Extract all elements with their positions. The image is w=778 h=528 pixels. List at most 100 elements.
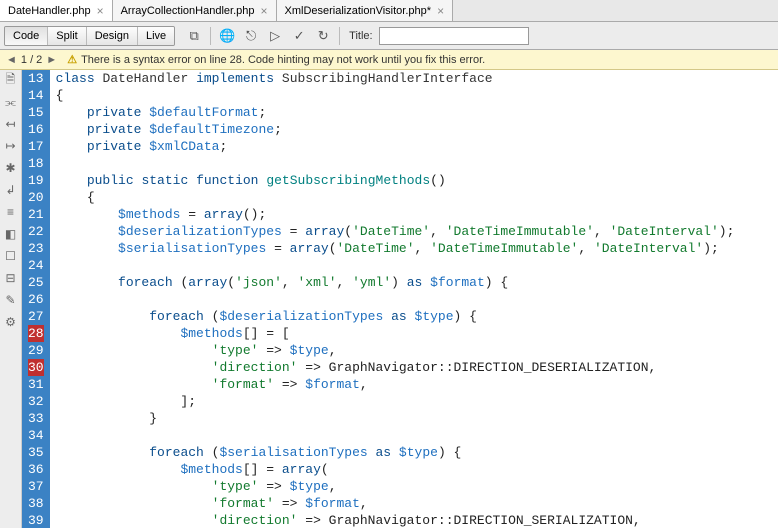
title-input[interactable] [379,27,529,45]
line-number: 28 [28,325,44,342]
code-line[interactable]: 'direction' => GraphNavigator::DIRECTION… [56,359,778,376]
warning-icon: ⚠ [67,53,77,66]
separator [339,27,340,45]
mark-icon[interactable]: ◧ [3,226,19,242]
code-line[interactable]: 'type' => $type, [56,478,778,495]
tab-label: XmlDeserializationVisitor.php* [285,5,432,17]
code-line[interactable]: { [56,189,778,206]
bookmark-icon[interactable]: ☐ [3,248,19,264]
play-icon[interactable]: ▷ [264,26,286,46]
line-gutter: 1314151617181920212223242526272829303132… [22,70,50,528]
code-line[interactable]: $methods[] = [ [56,325,778,342]
close-icon[interactable]: × [97,4,104,18]
close-icon[interactable]: × [437,4,444,18]
code-line[interactable]: 'direction' => GraphNavigator::DIRECTION… [56,512,778,528]
code-line[interactable]: { [56,87,778,104]
tab-datehandler[interactable]: DateHandler.php × [0,0,113,21]
split-view-button[interactable]: Split [48,27,86,45]
error-next-icon[interactable]: ► [44,54,59,66]
collapse-icon[interactable]: ⊟ [3,270,19,286]
tab-xmldeserializationvisitor[interactable]: XmlDeserializationVisitor.php* × [277,0,454,21]
code-line[interactable]: private $xmlCData; [56,138,778,155]
code-line[interactable] [56,155,778,172]
view-mode-group: Code Split Design Live [4,26,175,46]
code-line[interactable]: $methods[] = array( [56,461,778,478]
tab-label: DateHandler.php [8,5,91,17]
separator [210,27,211,45]
code-line[interactable]: private $defaultFormat; [56,104,778,121]
wrap-icon[interactable]: ↲ [3,182,19,198]
code-line[interactable]: } [56,410,778,427]
link-icon[interactable]: ⫘ [3,94,19,110]
code-line[interactable]: 'format' => $format, [56,495,778,512]
code-line[interactable]: private $defaultTimezone; [56,121,778,138]
check-icon[interactable]: ✓ [288,26,310,46]
design-view-button[interactable]: Design [87,27,138,45]
line-number: 34 [28,427,44,444]
code-line[interactable]: class DateHandler implements Subscribing… [56,70,778,87]
line-number: 27 [28,308,44,325]
side-toolbar: 🗎 ⫘ ↤ ↦ ✱ ↲ ≡ ◧ ☐ ⊟ ✎ ⚙ [0,70,22,528]
tab-bar: DateHandler.php×ArrayCollectionHandler.p… [0,0,778,22]
format-icon[interactable]: ⚙ [3,314,19,330]
tab-arraycollectionhandler[interactable]: ArrayCollectionHandler.php× [113,0,277,21]
line-number: 38 [28,495,44,512]
line-number: 18 [28,155,44,172]
line-number: 37 [28,478,44,495]
line-number: 14 [28,87,44,104]
code-line[interactable] [56,427,778,444]
code-line[interactable]: $serialisationTypes = array('DateTime', … [56,240,778,257]
line-number: 22 [28,223,44,240]
line-number: 20 [28,189,44,206]
indent-icon[interactable]: ↦ [3,138,19,154]
error-nav: ◄ 1 / 2 ► [4,54,59,66]
snippet-icon[interactable]: ✎ [3,292,19,308]
line-number: 13 [28,70,44,87]
line-number: 32 [28,393,44,410]
line-number: 15 [28,104,44,121]
line-number: 24 [28,257,44,274]
error-bar: ◄ 1 / 2 ► ⚠ There is a syntax error on l… [0,50,778,70]
line-number: 30 [28,359,44,376]
code-line[interactable]: $methods = array(); [56,206,778,223]
live-view-button[interactable]: Live [138,27,174,45]
line-number: 36 [28,461,44,478]
code-line[interactable]: 'type' => $type, [56,342,778,359]
code-line[interactable]: foreach ($deserializationTypes as $type)… [56,308,778,325]
toolbar: Code Split Design Live ⧉ 🌐 ⎋ ▷ ✓ ↻ Title… [0,22,778,50]
code-line[interactable]: 'format' => $format, [56,376,778,393]
line-number: 17 [28,138,44,155]
inspect-icon[interactable]: ⎋ [240,26,262,46]
comment-icon[interactable]: ✱ [3,160,19,176]
error-prev-icon[interactable]: ◄ [4,54,19,66]
line-number: 21 [28,206,44,223]
code-line[interactable]: foreach (array('json', 'xml', 'yml') as … [56,274,778,291]
globe-icon[interactable]: 🌐 [216,26,238,46]
file-icon[interactable]: 🗎 [3,72,19,88]
line-number: 31 [28,376,44,393]
code-line[interactable] [56,257,778,274]
line-number: 35 [28,444,44,461]
close-icon[interactable]: × [261,4,268,18]
code-line[interactable]: $deserializationTypes = array('DateTime'… [56,223,778,240]
device-icon[interactable]: ⧉ [183,26,205,46]
line-number: 29 [28,342,44,359]
line-number: 26 [28,291,44,308]
line-number: 23 [28,240,44,257]
error-message: There is a syntax error on line 28. Code… [81,54,485,66]
outdent-icon[interactable]: ↤ [3,116,19,132]
refresh-icon[interactable]: ↻ [312,26,334,46]
error-position: 1 / 2 [21,54,42,66]
code-line[interactable]: ]; [56,393,778,410]
code-line[interactable]: public static function getSubscribingMet… [56,172,778,189]
code-line[interactable] [56,291,778,308]
line-number: 16 [28,121,44,138]
editor: 🗎 ⫘ ↤ ↦ ✱ ↲ ≡ ◧ ☐ ⊟ ✎ ⚙ 1314151617181920… [0,70,778,528]
line-number: 33 [28,410,44,427]
highlight-icon[interactable]: ≡ [3,204,19,220]
title-label: Title: [349,30,372,42]
code-content[interactable]: class DateHandler implements Subscribing… [50,70,778,528]
code-view-button[interactable]: Code [5,27,48,45]
code-area[interactable]: 1314151617181920212223242526272829303132… [22,70,778,528]
code-line[interactable]: foreach ($serialisationTypes as $type) { [56,444,778,461]
